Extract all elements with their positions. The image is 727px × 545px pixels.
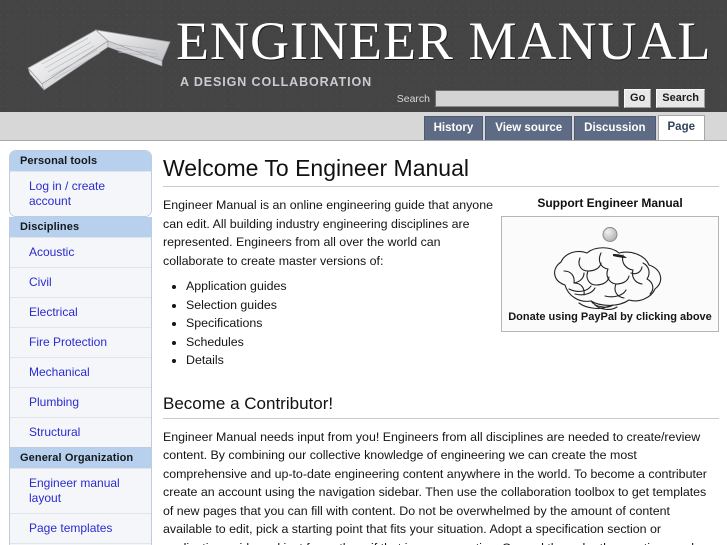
body-wrapper: Personal tools Log in / create account D… bbox=[0, 141, 727, 545]
site-masthead: ENGINEER MANUAL A DESIGN COLLABORATION S… bbox=[0, 0, 727, 112]
sidebar-item-page-templates[interactable]: Page templates bbox=[10, 513, 151, 543]
brain-illustration-icon bbox=[554, 247, 662, 310]
sidebar-item-fire-protection[interactable]: Fire Protection bbox=[10, 327, 151, 357]
donate-title: Support Engineer Manual bbox=[537, 196, 683, 210]
open-book-icon bbox=[27, 29, 171, 91]
intro-block: Engineer Manual is an online engineering… bbox=[163, 196, 498, 370]
paypal-donate-button-icon[interactable] bbox=[602, 227, 618, 242]
sidebar-link-acoustic[interactable]: Acoustic bbox=[29, 245, 74, 259]
donate-box: Donate using PayPal by clicking above bbox=[501, 216, 719, 332]
list-item: Specifications bbox=[186, 315, 498, 333]
list-item: Application guides bbox=[186, 278, 498, 296]
sidebar: Personal tools Log in / create account D… bbox=[9, 150, 152, 545]
tab-view-source[interactable]: View source bbox=[485, 116, 573, 140]
sidebar-link-electrical[interactable]: Electrical bbox=[29, 305, 78, 319]
nav-heading-disciplines: Disciplines bbox=[10, 217, 151, 237]
search-label: Search bbox=[396, 92, 431, 105]
tab-page[interactable]: Page bbox=[657, 115, 705, 140]
page-title: Welcome To Engineer Manual bbox=[163, 155, 719, 187]
site-tagline: A DESIGN COLLABORATION bbox=[180, 75, 373, 89]
nav-heading-personal-tools: Personal tools bbox=[10, 151, 151, 171]
sidebar-item-civil[interactable]: Civil bbox=[10, 267, 151, 297]
donate-panel: Support Engineer Manual Donate using Pay… bbox=[501, 196, 719, 332]
sidebar-item-log-in-create-account[interactable]: Log in / create account bbox=[10, 171, 151, 216]
sidebar-item-mechanical[interactable]: Mechanical bbox=[10, 357, 151, 387]
contributor-paragraph: Engineer Manual needs input from you! En… bbox=[163, 428, 719, 545]
list-item: Details bbox=[186, 352, 498, 370]
main-content: Welcome To Engineer Manual Engineer Manu… bbox=[163, 149, 719, 545]
tab-history[interactable]: History bbox=[423, 116, 484, 140]
search-input[interactable] bbox=[435, 90, 620, 107]
sidebar-link-mechanical[interactable]: Mechanical bbox=[29, 365, 90, 379]
sidebar-link-engineer-manual-layout[interactable]: Engineer manual layout bbox=[29, 476, 120, 505]
sidebar-link-civil[interactable]: Civil bbox=[29, 275, 52, 289]
sidebar-item-electrical[interactable]: Electrical bbox=[10, 297, 151, 327]
search-button[interactable]: Search bbox=[656, 89, 705, 108]
page-root: ENGINEER MANUAL A DESIGN COLLABORATION S… bbox=[0, 0, 727, 545]
tab-discussion[interactable]: Discussion bbox=[574, 116, 656, 140]
contributor-text-before-link: Engineer Manual needs input from you! En… bbox=[163, 429, 707, 545]
sidebar-link-log-in-create-account[interactable]: Log in / create account bbox=[29, 179, 105, 208]
nav-section-disciplines: Disciplines Acoustic Civil Electrical Fi… bbox=[9, 217, 152, 448]
list-item: Schedules bbox=[186, 334, 498, 352]
sidebar-link-page-templates[interactable]: Page templates bbox=[29, 521, 112, 535]
tab-strip: History View source Discussion Page bbox=[0, 112, 727, 141]
sidebar-item-structural[interactable]: Structural bbox=[10, 417, 151, 447]
intro-bullet-list: Application guides Selection guides Spec… bbox=[163, 278, 498, 370]
intro-paragraph: Engineer Manual is an online engineering… bbox=[163, 198, 493, 268]
search-bar: Search Go Search bbox=[397, 89, 705, 108]
nav-heading-general-organization: General Organization bbox=[10, 448, 151, 468]
sidebar-item-plumbing[interactable]: Plumbing bbox=[10, 387, 151, 417]
contributor-heading: Become a Contributor! bbox=[163, 394, 719, 419]
go-button[interactable]: Go bbox=[624, 89, 652, 108]
site-title: ENGINEER MANUAL bbox=[176, 11, 712, 71]
sidebar-link-structural[interactable]: Structural bbox=[29, 425, 80, 439]
nav-section-general-organization: General Organization Engineer manual lay… bbox=[9, 448, 152, 545]
list-item: Selection guides bbox=[186, 297, 498, 315]
sidebar-item-acoustic[interactable]: Acoustic bbox=[10, 237, 151, 267]
nav-section-personal-tools: Personal tools Log in / create account bbox=[9, 150, 152, 217]
sidebar-link-fire-protection[interactable]: Fire Protection bbox=[29, 335, 107, 349]
sidebar-link-plumbing[interactable]: Plumbing bbox=[29, 395, 79, 409]
sidebar-item-engineer-manual-layout[interactable]: Engineer manual layout bbox=[10, 468, 151, 513]
donate-caption: Donate using PayPal by clicking above bbox=[508, 311, 712, 323]
